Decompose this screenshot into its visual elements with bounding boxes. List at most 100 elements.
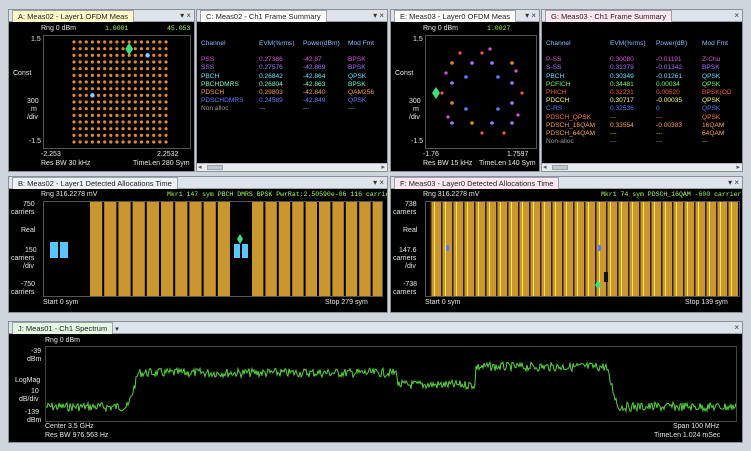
pane-f-title[interactable]: F: Meas03 - Layer0 Detected Allocations …	[394, 177, 560, 189]
pane-c-table-header: Channel EVM(%rms) Power(dBm) Mod Fmt	[201, 40, 383, 48]
table-row[interactable]: Non alloc --- --- ---	[201, 105, 383, 113]
close-icon[interactable]: ×	[734, 323, 739, 332]
pane-f-titlebar[interactable]: F: Meas03 - Layer0 Detected Allocations …	[391, 177, 742, 189]
pane-f-allocations-time[interactable]: F: Meas03 - Layer0 Detected Allocations …	[390, 176, 743, 313]
close-icon[interactable]: ×	[734, 11, 739, 20]
pane-a-titlebar[interactable]: A: Meas02 - Layer1 OFDM Meas ▾ ×	[9, 10, 194, 22]
constellation-point	[72, 67, 76, 71]
table-row[interactable]: C-RS 0.32536 0 QPSK	[546, 105, 738, 113]
pane-j-controls[interactable]: ×	[734, 322, 739, 334]
constellation-point	[496, 75, 500, 79]
constellation-point	[127, 73, 131, 77]
table-cell: 0.33554	[610, 121, 634, 129]
table-row[interactable]: PDSCH 0.29803 -42.840 QAM256	[201, 89, 383, 97]
pane-a-controls[interactable]: ▾ ×	[180, 10, 191, 22]
pane-g-hscroll[interactable]: ◂ ▸	[542, 163, 742, 171]
col-header[interactable]: Channel	[201, 40, 259, 48]
pin-icon[interactable]: ▾	[373, 11, 377, 20]
close-icon[interactable]: ×	[734, 178, 739, 187]
pane-b-title[interactable]: B: Meas02 - Layer1 Detected Allocations …	[12, 177, 178, 189]
constellation-point	[115, 93, 119, 97]
pane-j-titlebar[interactable]: J: Meas01 - Ch1 Spectrum ▾ ×	[9, 322, 742, 334]
pin-icon[interactable]: ▾	[728, 178, 732, 187]
pane-e-plot[interactable]	[425, 35, 537, 149]
pane-c-frame-summary[interactable]: C: Meas02 - Ch1 Frame Summary ▾ × Channel…	[196, 9, 388, 172]
pane-g-controls[interactable]: ×	[734, 10, 739, 22]
pin-icon[interactable]: ▾	[525, 11, 529, 20]
pin-icon[interactable]: ▾	[373, 178, 377, 187]
pane-a-title[interactable]: A: Meas02 - Layer1 OFDM Meas	[12, 10, 135, 22]
pane-g-titlebar[interactable]: G: Meas03 - Ch1 Frame Summary ×	[542, 10, 742, 22]
col-header[interactable]: Power(dB)	[656, 40, 702, 48]
table-row[interactable]: S-SS 0.31379 -0.01342 BPSK	[546, 64, 738, 72]
col-header[interactable]: Mod Fmt	[702, 40, 736, 48]
constellation-point	[510, 121, 514, 125]
pane-c-hscroll[interactable]: ◂ ▸	[197, 163, 387, 171]
pane-f-plot[interactable]	[425, 201, 740, 297]
pane-j-spectrum[interactable]: J: Meas01 - Ch1 Spectrum ▾ × Rng 0 dBm -3…	[8, 321, 743, 443]
table-row[interactable]: PCFICH 0.34481 0.00034 QPSK	[546, 81, 738, 89]
table-row[interactable]: PDCCH 0.30717 -0.00035 QPSK	[546, 97, 738, 105]
pane-b-plot[interactable]	[43, 201, 383, 297]
col-header[interactable]: Power(dBm)	[303, 40, 348, 48]
table-row[interactable]: PDSCH_QPSK --- --- QPSK	[546, 114, 738, 122]
pane-e-title[interactable]: E: Meas03 - Layer0 OFDM Meas	[394, 10, 517, 22]
pane-c-controls[interactable]: ▾ ×	[373, 10, 384, 22]
close-icon[interactable]: ×	[379, 11, 384, 20]
table-row[interactable]: PDSCHDMRS 0.24589 -42.849 QPSK	[201, 97, 383, 105]
col-header[interactable]: Mod Fmt	[348, 40, 382, 48]
constellation-point	[152, 80, 156, 84]
dropdown-icon[interactable]: ▾	[115, 326, 119, 333]
pane-e-controls[interactable]: ▾ ×	[525, 10, 536, 22]
constellation-point	[96, 67, 101, 71]
col-header[interactable]: EVM(%rms)	[259, 40, 303, 48]
constellation-point	[146, 120, 150, 124]
table-row[interactable]: PSS 0.27386 -42.87 BPSK	[201, 56, 383, 64]
pin-icon[interactable]: ▾	[180, 11, 184, 20]
table-row[interactable]: P-SS 0.30080 -0.01191 Z-Chu	[546, 56, 738, 64]
table-row[interactable]: PBCH 0.30349 -0.01261 QPSK	[546, 73, 738, 81]
pane-c-titlebar[interactable]: C: Meas02 - Ch1 Frame Summary ▾ ×	[197, 10, 387, 22]
table-cell: SSS	[201, 64, 215, 72]
constellation-point	[152, 133, 156, 137]
close-icon[interactable]: ×	[379, 178, 384, 187]
scroll-right-icon[interactable]: ▸	[381, 163, 385, 171]
table-row[interactable]: PBCHDMRS 0.26804 -42.863 BPSK	[201, 81, 383, 89]
constellation-point	[164, 100, 168, 104]
pane-g-title[interactable]: G: Meas03 - Ch1 Frame Summary	[545, 10, 673, 22]
constellation-point	[133, 73, 137, 77]
close-icon[interactable]: ×	[531, 11, 536, 20]
scroll-left-icon[interactable]: ◂	[543, 163, 547, 171]
scroll-thumb[interactable]	[552, 165, 568, 170]
pane-f-controls[interactable]: ▾ ×	[728, 177, 739, 189]
constellation-point	[444, 71, 448, 75]
col-header[interactable]: EVM(%rms)	[610, 40, 656, 48]
pane-a-plot[interactable]	[43, 35, 191, 149]
constellation-point	[152, 120, 156, 124]
table-row[interactable]: PHICH 0.32231 0.00520 BPSK(OD	[546, 89, 738, 97]
pane-a-ofdm-constellation[interactable]: A: Meas02 - Layer1 OFDM Meas ▾ × Rng 0 dB…	[8, 9, 195, 172]
pane-e-titlebar[interactable]: E: Meas03 - Layer0 OFDM Meas ▾ ×	[391, 10, 539, 22]
pane-b-titlebar[interactable]: B: Meas02 - Layer1 Detected Allocations …	[9, 177, 387, 189]
pane-b-controls[interactable]: ▾ ×	[373, 177, 384, 189]
table-row[interactable]: Non-alloc --- --- ---	[546, 138, 738, 146]
constellation-point	[103, 120, 107, 124]
pane-b-allocations-time[interactable]: B: Meas02 - Layer1 Detected Allocations …	[8, 176, 388, 313]
table-row[interactable]: SSS 0.27576 -42.869 BPSK	[201, 64, 383, 72]
table-row[interactable]: PDSCH_16QAM 0.33554 -0.00383 16QAM	[546, 122, 738, 130]
constellation-point	[115, 60, 119, 64]
scroll-left-icon[interactable]: ◂	[198, 163, 202, 171]
table-row[interactable]: PDSCH_64QAM --- --- 64QAM	[546, 130, 738, 138]
pane-j-plot[interactable]	[45, 346, 737, 422]
table-cell: PDSCHDMRS	[201, 97, 244, 105]
pane-j-title[interactable]: J: Meas01 - Ch1 Spectrum	[12, 322, 114, 334]
scroll-thumb[interactable]	[207, 165, 223, 170]
constellation-point	[90, 120, 94, 124]
pane-g-frame-summary[interactable]: G: Meas03 - Ch1 Frame Summary × Channel E…	[541, 9, 743, 172]
close-icon[interactable]: ×	[186, 11, 191, 20]
table-row[interactable]: PBCH 0.26842 -42.864 QPSK	[201, 73, 383, 81]
col-header[interactable]: Channel	[546, 40, 610, 48]
pane-e-ofdm-constellation[interactable]: E: Meas03 - Layer0 OFDM Meas ▾ × Rng 0 dB…	[390, 9, 540, 172]
scroll-right-icon[interactable]: ▸	[736, 163, 740, 171]
pane-c-title[interactable]: C: Meas02 - Ch1 Frame Summary	[200, 10, 327, 22]
